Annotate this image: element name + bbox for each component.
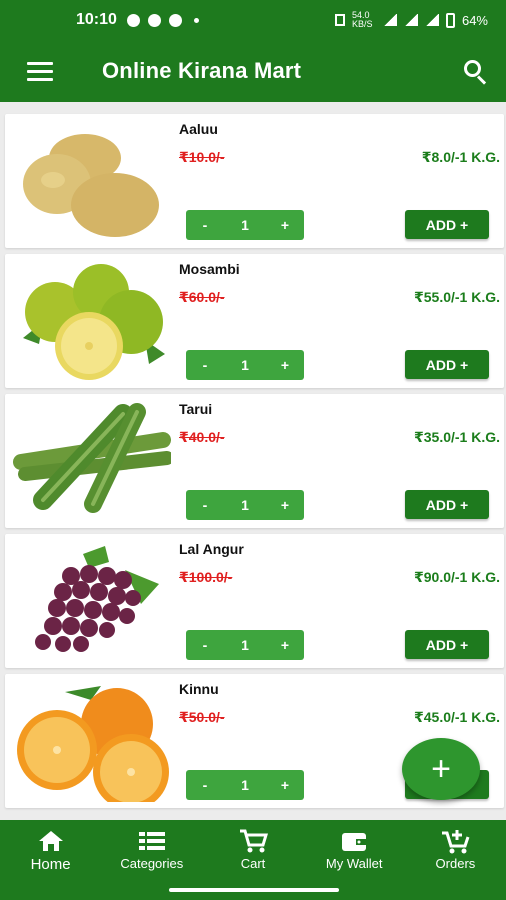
product-image[interactable] [13,400,171,522]
nav-wallet[interactable]: My Wallet [304,820,405,880]
quantity-stepper: - 1 + [186,210,304,240]
increase-button[interactable]: + [266,637,304,653]
app-title: Online Kirana Mart [102,58,302,83]
app-notification-icon [147,13,161,27]
battery-level: 64% [461,12,488,28]
quantity-stepper: - 1 + [186,770,304,800]
product-image[interactable] [13,260,171,382]
product-mrp: ₹40.0/- [179,429,225,445]
product-name: Kinnu [179,681,219,697]
quantity-stepper: - 1 + [186,630,304,660]
status-time: 10:10 [76,11,117,28]
nav-label: Cart [240,856,266,871]
increase-button[interactable]: + [266,357,304,373]
facebook-notification-icon [126,13,140,27]
decrease-button[interactable]: - [186,637,224,653]
vibrate-icon [334,14,345,26]
nav-orders[interactable]: Orders [405,820,506,880]
increase-button[interactable]: + [266,217,304,233]
cart-icon [238,828,268,854]
product-name: Lal Angur [179,541,244,557]
quantity-value: 1 [241,357,249,373]
product-price: ₹55.0/-1 K.G. [414,289,500,305]
categories-icon [138,828,166,854]
nav-label: Orders [435,856,476,871]
floating-add-button[interactable]: + [402,738,480,800]
wifi-icon [382,14,397,26]
decrease-button[interactable]: - [186,357,224,373]
quantity-value: 1 [241,217,249,233]
quantity-value: 1 [241,497,249,513]
nav-home[interactable]: Home [0,820,101,880]
product-card: Mosambi ₹60.0/- ₹55.0/-1 K.G. - 1 + ADD … [5,254,504,388]
product-card: Aaluu ₹10.0/- ₹8.0/-1 K.G. - 1 + ADD + [5,114,504,248]
product-mrp: ₹50.0/- [179,709,225,725]
nav-label: Categories [120,856,184,871]
nav-label: My Wallet [325,856,383,871]
status-bar: 10:10 54.0 KB/S 64% [0,0,506,40]
more-notifications-icon [193,17,199,23]
product-image[interactable] [13,120,171,242]
product-mrp: ₹60.0/- [179,289,225,305]
decrease-button[interactable]: - [186,497,224,513]
product-price: ₹35.0/-1 K.G. [414,429,500,445]
google-notification-icon [168,13,182,27]
product-list[interactable]: Aaluu ₹10.0/- ₹8.0/-1 K.G. - 1 + ADD + M… [0,102,506,820]
add-to-cart-button[interactable]: ADD + [405,630,489,659]
app-bar: Online Kirana Mart [0,40,506,102]
orders-icon [440,828,470,854]
nav-cart[interactable]: Cart [202,820,303,880]
product-price: ₹45.0/-1 K.G. [414,709,500,725]
battery-icon [445,12,455,28]
product-card: Lal Angur ₹100.0/- ₹90.0/-1 K.G. - 1 + A… [5,534,504,668]
product-mrp: ₹10.0/- [179,149,225,165]
add-to-cart-button[interactable]: ADD + [405,350,489,379]
quantity-value: 1 [241,637,249,653]
add-to-cart-button[interactable]: ADD + [405,490,489,519]
gesture-handle[interactable] [169,888,339,892]
signal-icon [403,14,418,26]
quantity-value: 1 [241,777,249,793]
product-name: Aaluu [179,121,218,137]
decrease-button[interactable]: - [186,777,224,793]
product-name: Tarui [179,401,213,417]
increase-button[interactable]: + [266,497,304,513]
nav-label: Home [30,856,71,873]
product-mrp: ₹100.0/- [179,569,233,585]
quantity-stepper: - 1 + [186,490,304,520]
network-speed: 54.0 KB/S [351,10,373,29]
decrease-button[interactable]: - [186,217,224,233]
signal-icon-2 [424,14,439,26]
menu-icon[interactable] [0,40,80,102]
product-card: Tarui ₹40.0/- ₹35.0/-1 K.G. - 1 + ADD + [5,394,504,528]
product-name: Mosambi [179,261,240,277]
nav-categories[interactable]: Categories [101,820,202,880]
product-price: ₹90.0/-1 K.G. [414,569,500,585]
search-icon[interactable] [444,40,506,102]
product-image[interactable] [13,540,171,662]
product-price: ₹8.0/-1 K.G. [421,149,500,165]
increase-button[interactable]: + [266,777,304,793]
bottom-navigation: Home Categories Cart My Wallet Orders [0,820,506,880]
quantity-stepper: - 1 + [186,350,304,380]
add-to-cart-button[interactable]: ADD + [405,210,489,239]
home-icon [37,828,65,854]
wallet-icon [340,828,368,854]
product-image[interactable] [13,680,171,802]
